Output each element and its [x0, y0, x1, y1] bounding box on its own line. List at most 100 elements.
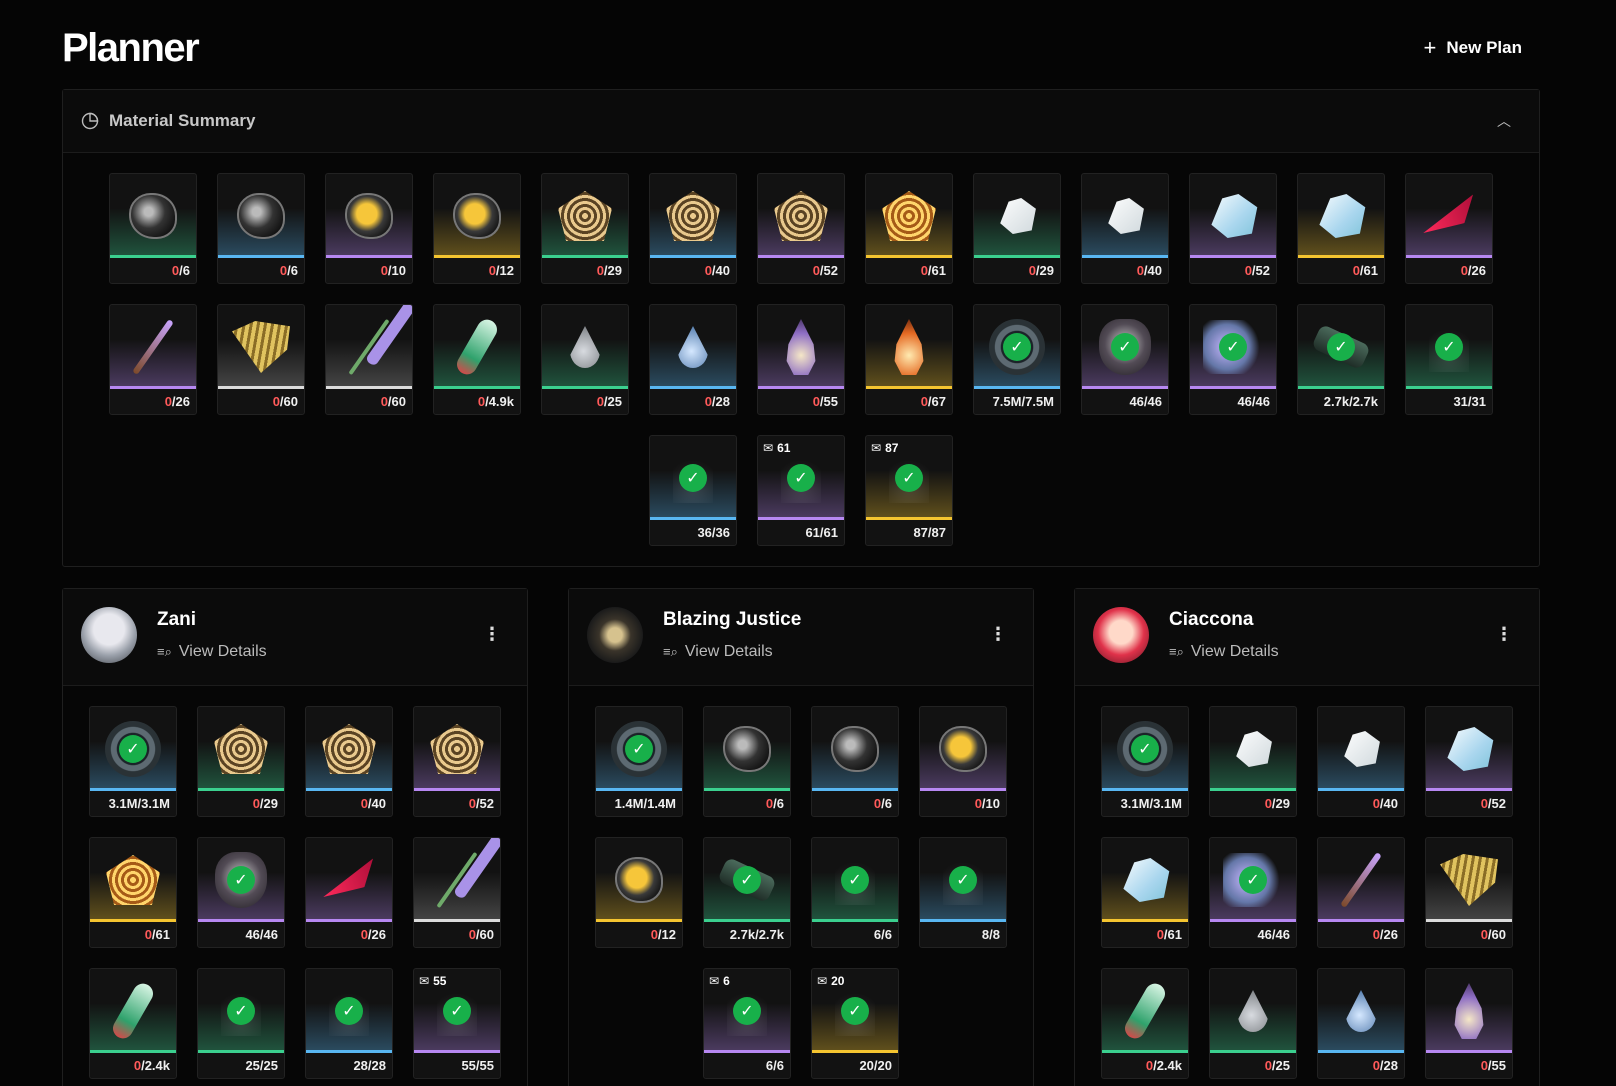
material-item[interactable]: ✉ 6 ✓ 6/6: [703, 968, 791, 1079]
material-item[interactable]: 0/40: [1081, 173, 1169, 284]
material-item[interactable]: 0/29: [197, 706, 285, 817]
character-badge-icon: ✉: [709, 974, 720, 988]
more-options-icon[interactable]: ⋮: [989, 625, 1007, 643]
material-item[interactable]: 0/2.4k: [89, 968, 177, 1079]
material-item[interactable]: ✉ 87 ✓ 87/87: [865, 435, 953, 546]
material-item[interactable]: 0/12: [433, 173, 521, 284]
material-item[interactable]: 0/6: [811, 706, 899, 817]
material-item[interactable]: ✓ 3.1M/3.1M: [89, 706, 177, 817]
material-item[interactable]: 0/60: [1425, 837, 1513, 948]
view-details-link[interactable]: ≡⌕ View Details: [1169, 643, 1279, 661]
material-item[interactable]: 0/12: [595, 837, 683, 948]
material-item[interactable]: 0/26: [305, 837, 393, 948]
more-options-icon[interactable]: ⋮: [1495, 625, 1513, 643]
have-count: 0: [1028, 263, 1036, 278]
material-item[interactable]: 0/55: [757, 304, 845, 415]
material-item[interactable]: 0/26: [109, 304, 197, 415]
material-item[interactable]: 0/29: [541, 173, 629, 284]
material-item[interactable]: 0/25: [1209, 968, 1297, 1079]
material-art: [920, 707, 1006, 791]
material-item[interactable]: 0/26: [1317, 837, 1405, 948]
material-item[interactable]: 0/52: [757, 173, 845, 284]
material-item[interactable]: 0/6: [703, 706, 791, 817]
material-item[interactable]: 0/6: [109, 173, 197, 284]
material-summary-header[interactable]: Material Summary ︿: [63, 90, 1539, 153]
have-count: 0: [704, 394, 712, 409]
need-count: /28: [711, 394, 730, 409]
material-count: 36/36: [697, 525, 730, 540]
need-count: /29: [1271, 796, 1290, 811]
material-art: [1190, 174, 1276, 258]
material-item[interactable]: ✓ 31/31: [1405, 304, 1493, 415]
shell-plain-material-icon: [1108, 198, 1144, 234]
material-item[interactable]: 0/10: [325, 173, 413, 284]
material-item[interactable]: 0/28: [649, 304, 737, 415]
material-item[interactable]: ✓ 25/25: [197, 968, 285, 1079]
material-item[interactable]: 0/67: [865, 304, 953, 415]
material-item[interactable]: ✉ 55 ✓ 55/55: [413, 968, 501, 1079]
material-item[interactable]: ✓ 46/46: [1189, 304, 1277, 415]
new-plan-button[interactable]: + New Plan: [1424, 29, 1522, 67]
material-item[interactable]: ✓ 28/28: [305, 968, 393, 1079]
view-details-link[interactable]: ≡⌕ View Details: [157, 643, 267, 661]
rarity-bar: [974, 386, 1060, 389]
material-item[interactable]: 0/60: [325, 304, 413, 415]
material-item[interactable]: ✓ 2.7k/2.7k: [703, 837, 791, 948]
material-item[interactable]: 0/40: [1317, 706, 1405, 817]
material-item[interactable]: 0/40: [649, 173, 737, 284]
material-item[interactable]: 0/60: [217, 304, 305, 415]
material-item[interactable]: ✓ 6/6: [811, 837, 899, 948]
material-item[interactable]: 0/10: [919, 706, 1007, 817]
view-details-link[interactable]: ≡⌕ View Details: [663, 643, 773, 661]
material-item[interactable]: ✓ 46/46: [1209, 837, 1297, 948]
material-item[interactable]: ✉ 61 ✓ 61/61: [757, 435, 845, 546]
material-item[interactable]: 0/61: [89, 837, 177, 948]
material-item[interactable]: 0/61: [1297, 173, 1385, 284]
material-item[interactable]: 0/40: [305, 706, 393, 817]
more-options-icon[interactable]: ⋮: [483, 625, 501, 643]
material-item[interactable]: 0/52: [1425, 706, 1513, 817]
have-count: 0: [1145, 1058, 1154, 1073]
material-count: 3.1M/3.1M: [1120, 796, 1182, 811]
web-material-icon: [558, 191, 612, 241]
material-item[interactable]: ✓ 8/8: [919, 837, 1007, 948]
material-item[interactable]: 0/4.9k: [433, 304, 521, 415]
material-item[interactable]: 0/52: [1189, 173, 1277, 284]
material-item[interactable]: ✓ 46/46: [197, 837, 285, 948]
material-item[interactable]: ✓ 36/36: [649, 435, 737, 546]
material-art: [596, 838, 682, 922]
material-item[interactable]: ✓ 3.1M/3.1M: [1101, 706, 1189, 817]
material-item[interactable]: ✉ 20 ✓ 20/20: [811, 968, 899, 1079]
material-item[interactable]: 0/2.4k: [1101, 968, 1189, 1079]
material-item[interactable]: 0/28: [1317, 968, 1405, 1079]
material-item[interactable]: 0/29: [1209, 706, 1297, 817]
rarity-bar: [434, 386, 520, 389]
plan-card: Blazing Justice ≡⌕ View Details ⋮ ✓ 1.4M/1.4M…: [568, 588, 1034, 1086]
material-art: [650, 174, 736, 258]
flower-material-icon: [348, 318, 390, 376]
have-count: 0: [704, 263, 712, 278]
material-item[interactable]: 0/52: [413, 706, 501, 817]
material-item[interactable]: 0/60: [413, 837, 501, 948]
have-count: 0: [1352, 263, 1360, 278]
rarity-bar: [218, 386, 304, 389]
material-item[interactable]: 0/26: [1405, 173, 1493, 284]
material-item[interactable]: 0/6: [217, 173, 305, 284]
material-item[interactable]: ✓ 7.5M/7.5M: [973, 304, 1061, 415]
material-item[interactable]: ✓ 2.7k/2.7k: [1297, 304, 1385, 415]
rarity-bar: [1318, 1050, 1404, 1053]
material-item[interactable]: 0/25: [541, 304, 629, 415]
material-item[interactable]: 0/55: [1425, 968, 1513, 1079]
need-count: /40: [367, 796, 386, 811]
material-art: [1210, 707, 1296, 791]
material-item[interactable]: 0/61: [865, 173, 953, 284]
material-item[interactable]: 0/29: [973, 173, 1061, 284]
material-item[interactable]: 0/61: [1101, 837, 1189, 948]
badge-count: 20: [831, 974, 845, 988]
have-count: 0: [380, 394, 388, 409]
material-item[interactable]: ✓ 1.4M/1.4M: [595, 706, 683, 817]
chevron-up-icon[interactable]: ︿: [1497, 111, 1511, 131]
need-count: /2.4k: [141, 1058, 170, 1073]
material-item[interactable]: ✓ 46/46: [1081, 304, 1169, 415]
have-count: 0: [272, 394, 280, 409]
